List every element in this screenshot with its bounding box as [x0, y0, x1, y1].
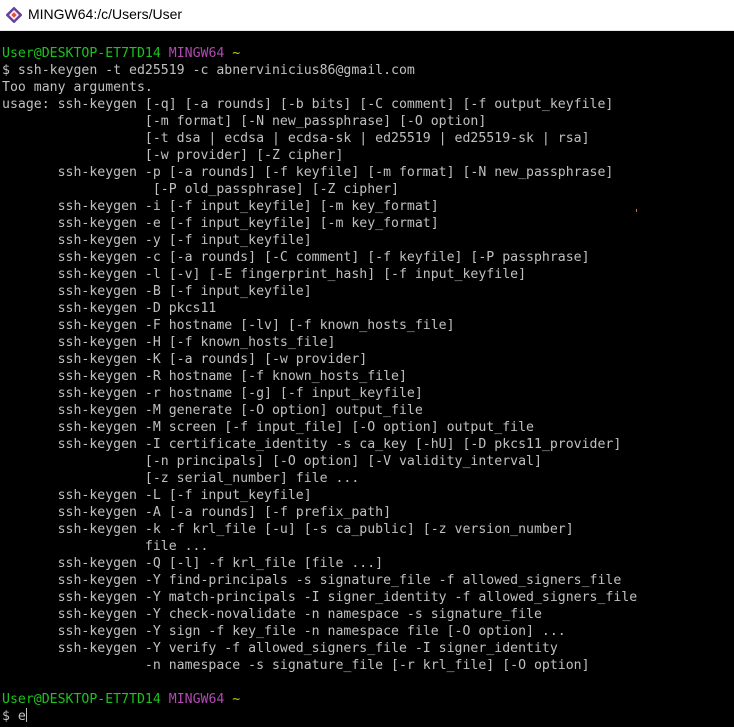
output-line: ssh-keygen -I certificate_identity -s ca… — [2, 437, 622, 452]
output-line: ssh-keygen -Y match-principals -I signer… — [2, 590, 638, 605]
output-line: ssh-keygen -i [-f input_keyfile] [-m key… — [2, 199, 439, 214]
output-line: ssh-keygen -F hostname [-lv] [-f known_h… — [2, 318, 455, 333]
output-line: ssh-keygen -K [-a rounds] [-w provider] — [2, 352, 368, 367]
prompt-user-host: User@DESKTOP-ET7TD14 — [2, 46, 161, 61]
output-line: ssh-keygen -H [-f known_hosts_file] — [2, 335, 336, 350]
window-title: MINGW64:/c/Users/User — [28, 6, 183, 22]
output-line: ssh-keygen -e [-f input_keyfile] [-m key… — [2, 216, 439, 231]
output-line: ssh-keygen -k -f krl_file [-u] [-s ca_pu… — [2, 522, 574, 537]
git-bash-icon — [6, 7, 22, 23]
command-output: Too many arguments. usage: ssh-keygen [-q… — [2, 79, 637, 674]
output-line: ssh-keygen -r hostname [-g] [-f input_ke… — [2, 386, 423, 401]
output-line: ssh-keygen -c [-a rounds] [-C comment] [… — [2, 250, 590, 265]
output-line: [-z serial_number] file ... — [2, 471, 360, 486]
command-line-1: $ ssh-keygen -t ed25519 -c abnervinicius… — [2, 63, 415, 78]
output-line: [-P old_passphrase] [-Z cipher] — [2, 182, 399, 197]
title-bar[interactable]: MINGW64:/c/Users/User — [0, 0, 734, 31]
output-line: file ... — [2, 539, 209, 554]
output-line: [-t dsa | ecdsa | ecdsa-sk | ed25519 | e… — [2, 131, 590, 146]
prompt-path: ~ — [232, 46, 241, 61]
output-line: ssh-keygen -D pkcs11 — [2, 301, 217, 316]
output-line: ssh-keygen -l [-v] [-E fingerprint_hash]… — [2, 267, 527, 282]
output-line: -n namespace -s signature_file [-r krl_f… — [2, 658, 590, 673]
output-line: ssh-keygen -Y verify -f allowed_signers_… — [2, 641, 558, 656]
output-line: ssh-keygen -B [-f input_keyfile] — [2, 284, 312, 299]
output-line: ssh-keygen -R hostname [-f known_hosts_f… — [2, 369, 407, 384]
prompt-env: MINGW64 — [168, 692, 225, 707]
output-line: ssh-keygen -y [-f input_keyfile] — [2, 233, 312, 248]
output-line: ssh-keygen -Y find-principals -s signatu… — [2, 573, 622, 588]
output-line: ssh-keygen -p [-a rounds] [-f keyfile] [… — [2, 165, 614, 180]
output-line: ssh-keygen -L [-f input_keyfile] — [2, 488, 312, 503]
output-line: [-w provider] [-Z cipher] — [2, 148, 344, 163]
prompt-path: ~ — [232, 692, 241, 707]
output-line: ssh-keygen -M generate [-O option] outpu… — [2, 403, 423, 418]
prompt-env: MINGW64 — [168, 46, 225, 61]
output-line: ssh-keygen -Q [-l] -f krl_file [file ...… — [2, 556, 384, 571]
output-line: usage: ssh-keygen [-q] [-a rounds] [-b b… — [2, 97, 614, 112]
text-cursor — [25, 708, 27, 722]
prompt-user-host: User@DESKTOP-ET7TD14 — [2, 692, 161, 707]
prompt-line-2: User@DESKTOP-ET7TD14 MINGW64 ~ — [2, 691, 637, 708]
output-line: ssh-keygen -A [-a rounds] [-f prefix_pat… — [2, 505, 392, 520]
output-line: [-m format] [-N new_passphrase] [-O opti… — [2, 114, 487, 129]
terminal-window: MINGW64:/c/Users/User User@DESKTOP-ET7TD… — [0, 0, 734, 727]
output-line: ssh-keygen -M screen [-f input_file] [-O… — [2, 420, 534, 435]
output-line: ssh-keygen -Y sign -f key_file -n namesp… — [2, 624, 566, 639]
current-input[interactable]: $ e — [2, 709, 26, 724]
terminal-output: User@DESKTOP-ET7TD14 MINGW64 ~ $ ssh-keyg… — [2, 45, 637, 725]
input-line[interactable]: $ e — [2, 708, 637, 725]
prompt-line-1: User@DESKTOP-ET7TD14 MINGW64 ~ — [2, 45, 637, 62]
output-line: [-n principals] [-O option] [-V validity… — [2, 454, 542, 469]
terminal-body[interactable]: User@DESKTOP-ET7TD14 MINGW64 ~ $ ssh-keyg… — [0, 31, 734, 727]
output-line: Too many arguments. — [2, 80, 153, 95]
output-line: ssh-keygen -Y check-novalidate -n namesp… — [2, 607, 542, 622]
